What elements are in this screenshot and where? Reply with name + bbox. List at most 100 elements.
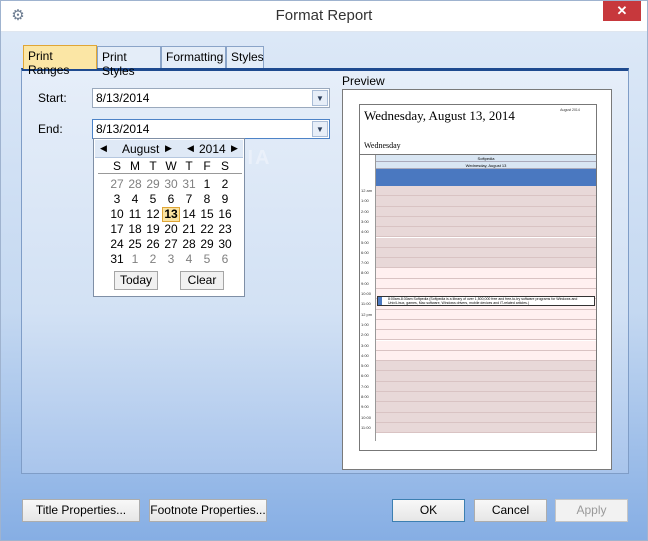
calendar-day[interactable]: 13 [162, 207, 180, 222]
calendar-day[interactable]: 27 [108, 177, 126, 192]
preview-time-slot [376, 392, 596, 403]
dialog-client-area: Print Ranges Print Styles Formatting Sty… [1, 32, 647, 540]
clear-button[interactable]: Clear [180, 271, 224, 290]
preview-time-column: 12 am 1:00 2:00 3:00 4:00 5:00 6:00 7:00 8:00 9:0… [360, 155, 376, 441]
end-label: End: [38, 122, 63, 136]
calendar-day[interactable]: 16 [216, 207, 234, 222]
preview-time-slot [376, 350, 596, 362]
calendar-day[interactable]: 28 [126, 177, 144, 192]
calendar-day[interactable]: 3 [162, 252, 180, 267]
preview-time-label: 10:00 [361, 291, 372, 296]
calendar-day[interactable]: 15 [198, 207, 216, 222]
calendar-day[interactable]: 2 [216, 177, 234, 192]
calendar-day[interactable]: 23 [216, 222, 234, 237]
preview-time-slots: 8:00am-8:30am Softpedia (Softpedia is a … [376, 186, 596, 434]
calendar-day[interactable]: 29 [198, 237, 216, 252]
calendar-day[interactable]: 6 [216, 252, 234, 267]
mini-calendar-title: August 2014 [560, 108, 580, 112]
preview-time-slot [376, 196, 596, 207]
tab-formatting[interactable]: Formatting [161, 46, 226, 68]
calendar-day[interactable]: 4 [180, 252, 198, 267]
appointment-color-bar [378, 297, 382, 305]
calendar-month: August [122, 142, 160, 156]
preview-time-label: 5:00 [361, 239, 369, 245]
next-month-icon[interactable]: ▶ [165, 143, 172, 154]
calendar-day[interactable]: 31 [108, 252, 126, 267]
calendar-day[interactable]: 30 [162, 177, 180, 192]
calendar-day[interactable]: 17 [108, 222, 126, 237]
preview-time-label: 7:00 [361, 260, 369, 266]
calendar-day[interactable]: 2 [144, 252, 162, 267]
preview-time-label: 11:00 [361, 301, 371, 307]
calendar-day[interactable]: 28 [180, 237, 198, 252]
close-button[interactable]: ✕ [603, 1, 641, 21]
prev-year-icon[interactable]: ◀ [187, 143, 194, 154]
calendar-day[interactable]: 24 [108, 237, 126, 252]
preview-pane: Wednesday, August 13, 2014 Wednesday Aug… [342, 89, 612, 470]
preview-date-header: Wednesday, August 13 [376, 162, 596, 169]
weekday-label: S [112, 159, 121, 173]
calendar-day[interactable]: 18 [126, 222, 144, 237]
start-date-combo[interactable]: 8/13/2014 ▼ [92, 88, 330, 108]
weekday-label: T [185, 159, 193, 173]
calendar-day[interactable]: 1 [126, 252, 144, 267]
calendar-day[interactable]: 4 [126, 192, 144, 207]
title-properties-button[interactable]: Title Properties... [22, 499, 140, 522]
tab-print-ranges[interactable]: Print Ranges [23, 45, 97, 77]
preview-time-slot [376, 412, 596, 423]
preview-time-label: 7:00 [361, 383, 369, 389]
preview-time-slot [376, 258, 596, 269]
calendar-day[interactable]: 1 [198, 177, 216, 192]
calendar-day[interactable]: 14 [180, 207, 198, 222]
cancel-button[interactable]: Cancel [474, 499, 547, 522]
preview-time-slot [376, 361, 596, 372]
footnote-properties-button[interactable]: Footnote Properties... [149, 499, 267, 522]
preview-time-label: 5:00 [361, 363, 369, 369]
calendar-day[interactable]: 5 [144, 192, 162, 207]
calendar-day[interactable]: 25 [126, 237, 144, 252]
preview-time-slot [376, 381, 596, 392]
calendar-day[interactable]: 10 [108, 207, 126, 222]
format-report-window: ⚙ Format Report ✕ Print Ranges Print Sty… [0, 0, 648, 541]
preview-time-label: 10:00 [361, 414, 372, 420]
calendar-day[interactable]: 6 [162, 192, 180, 207]
preview-time-label: 2:00 [361, 332, 369, 338]
prev-month-icon[interactable]: ◀ [100, 143, 107, 154]
calendar-day[interactable]: 3 [108, 192, 126, 207]
calendar-day[interactable]: 5 [198, 252, 216, 267]
calendar-day[interactable]: 29 [144, 177, 162, 192]
calendar-day[interactable]: 21 [180, 222, 198, 237]
preview-time-label: 4:00 [361, 229, 369, 235]
weekday-label: T [149, 159, 157, 173]
calendar-day[interactable]: 22 [198, 222, 216, 237]
calendar-day[interactable]: 9 [216, 192, 234, 207]
chevron-down-icon[interactable]: ▼ [312, 121, 328, 137]
calendar-day[interactable]: 26 [144, 237, 162, 252]
preview-time-slot [376, 278, 596, 289]
calendar-day[interactable]: 20 [162, 222, 180, 237]
preview-time-slot [376, 237, 596, 248]
today-button[interactable]: Today [114, 271, 158, 290]
preview-time-label: 3:00 [361, 218, 369, 224]
end-date-combo[interactable]: 8/13/2014 ▼ [92, 119, 330, 139]
preview-time-label: 1:00 [361, 321, 369, 327]
calendar-day[interactable]: 12 [144, 207, 162, 222]
tab-print-styles[interactable]: Print Styles [97, 46, 161, 78]
end-date-value: 8/13/2014 [96, 122, 150, 136]
preview-time-slot [376, 247, 596, 259]
chevron-down-icon[interactable]: ▼ [312, 90, 328, 106]
calendar-day[interactable]: 8 [198, 192, 216, 207]
preview-time-label: 12 am [361, 188, 373, 193]
title-bar: ⚙ Format Report ✕ [1, 1, 647, 32]
calendar-day[interactable]: 7 [180, 192, 198, 207]
next-year-icon[interactable]: ▶ [231, 143, 238, 154]
apply-button[interactable]: Apply [555, 499, 628, 522]
preview-time-slot [376, 402, 596, 413]
calendar-day[interactable]: 19 [144, 222, 162, 237]
calendar-day[interactable]: 31 [180, 177, 198, 192]
ok-button[interactable]: OK [392, 499, 465, 522]
calendar-day[interactable]: 30 [216, 237, 234, 252]
calendar-day[interactable]: 27 [162, 237, 180, 252]
calendar-day[interactable]: 11 [126, 207, 144, 222]
tab-styles[interactable]: Styles [226, 46, 264, 68]
